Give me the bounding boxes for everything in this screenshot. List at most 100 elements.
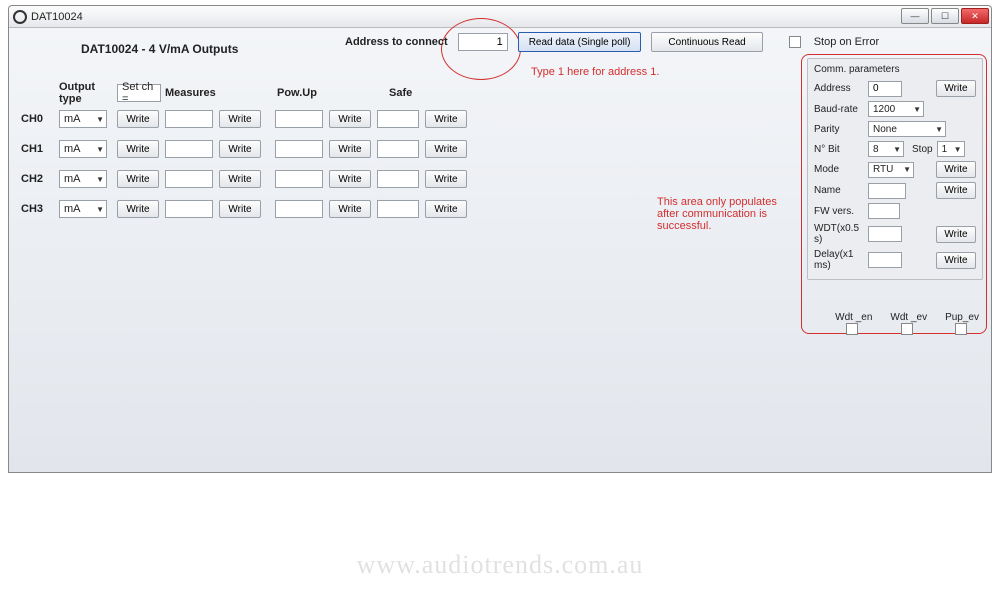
write-button[interactable]: Write [936, 226, 976, 243]
titlebar: DAT10024 — ☐ ✕ [9, 6, 991, 28]
write-button[interactable]: Write [219, 140, 261, 158]
hdr-powup: Pow.Up [277, 87, 335, 99]
write-button[interactable]: Write [425, 110, 467, 128]
comm-mode-select[interactable]: RTU▼ [868, 162, 914, 178]
channels-table: Output type Set ch = Measures Pow.Up Saf… [21, 82, 467, 224]
window-body: DAT10024 - 4 V/mA Outputs Address to con… [9, 28, 991, 472]
continuous-read-button[interactable]: Continuous Read [651, 32, 762, 52]
table-row: CH0 mA▼ Write Write Write Write [21, 104, 467, 134]
table-row: CH1 mA▼ Write Write Write Write [21, 134, 467, 164]
comm-baud-label: Baud-rate [814, 104, 868, 115]
write-button[interactable]: Write [329, 110, 371, 128]
comm-delay-input[interactable] [868, 252, 902, 268]
stop-on-error-checkbox[interactable] [789, 36, 801, 48]
write-button[interactable]: Write [936, 252, 976, 269]
wdt-ev-label: Wdt _ev [890, 312, 927, 323]
set-ch-button[interactable]: Set ch = [117, 84, 161, 102]
window: DAT10024 — ☐ ✕ DAT10024 - 4 V/mA Outputs… [8, 5, 992, 473]
comm-address-input[interactable] [868, 81, 902, 97]
comm-baud-select[interactable]: 1200▼ [868, 101, 924, 117]
comm-parity-label: Parity [814, 124, 868, 135]
output-type-select[interactable]: mA▼ [59, 110, 107, 128]
ch-label: CH1 [21, 143, 59, 155]
write-button[interactable]: Write [329, 140, 371, 158]
table-row: CH2 mA▼ Write Write Write Write [21, 164, 467, 194]
comm-wdt-label: WDT(x0.5 s) [814, 223, 868, 245]
ch-label: CH0 [21, 113, 59, 125]
write-button[interactable]: Write [936, 80, 976, 97]
measures-input[interactable] [165, 140, 213, 158]
comm-nbit-label: N° Bit [814, 144, 868, 155]
safe-input[interactable] [377, 200, 419, 218]
comm-address-label: Address [814, 83, 868, 94]
watermark: www.audiotrends.com.au [0, 550, 1000, 580]
write-button[interactable]: Write [936, 161, 976, 178]
comm-wdt-input[interactable] [868, 226, 902, 242]
ch-label: CH2 [21, 173, 59, 185]
powup-input[interactable] [275, 140, 323, 158]
table-header: Output type Set ch = Measures Pow.Up Saf… [21, 82, 467, 104]
comm-mode-label: Mode [814, 164, 868, 175]
comm-legend: Comm. parameters [814, 64, 976, 75]
hdr-output-type: Output type [59, 81, 117, 105]
minimize-button[interactable]: — [901, 8, 929, 24]
write-button[interactable]: Write [425, 140, 467, 158]
powup-input[interactable] [275, 110, 323, 128]
close-button[interactable]: ✕ [961, 8, 989, 24]
stop-on-error-label: Stop on Error [814, 36, 879, 48]
annotation-address-hint: Type 1 here for address 1. [531, 66, 659, 78]
ch-label: CH3 [21, 203, 59, 215]
write-button[interactable]: Write [425, 200, 467, 218]
output-type-select[interactable]: mA▼ [59, 170, 107, 188]
address-label: Address to connect [345, 36, 448, 48]
top-toolbar: Address to connect Read data (Single pol… [345, 32, 879, 52]
write-button[interactable]: Write [329, 170, 371, 188]
bottom-flags: Wdt _en Wdt _ev Pup_ev [835, 312, 979, 335]
comm-delay-label: Delay(x1 ms) [814, 249, 868, 271]
maximize-button[interactable]: ☐ [931, 8, 959, 24]
measures-input[interactable] [165, 110, 213, 128]
write-button[interactable]: Write [117, 200, 159, 218]
comm-parity-select[interactable]: None▼ [868, 121, 946, 137]
powup-input[interactable] [275, 170, 323, 188]
address-input[interactable] [458, 33, 508, 51]
comm-name-input[interactable] [868, 183, 906, 199]
comm-name-label: Name [814, 185, 868, 196]
safe-input[interactable] [377, 110, 419, 128]
comm-fw-label: FW vers. [814, 206, 868, 217]
write-button[interactable]: Write [329, 200, 371, 218]
read-single-button[interactable]: Read data (Single poll) [518, 32, 642, 52]
safe-input[interactable] [377, 170, 419, 188]
measures-input[interactable] [165, 170, 213, 188]
window-buttons: — ☐ ✕ [901, 8, 989, 24]
output-type-select[interactable]: mA▼ [59, 140, 107, 158]
comm-stop-select[interactable]: 1▼ [937, 141, 965, 157]
write-button[interactable]: Write [936, 182, 976, 199]
page-title: DAT10024 - 4 V/mA Outputs [81, 42, 238, 56]
pup-ev-checkbox[interactable] [955, 323, 967, 335]
write-button[interactable]: Write [425, 170, 467, 188]
write-button[interactable]: Write [219, 200, 261, 218]
app-icon [13, 10, 27, 24]
table-row: CH3 mA▼ Write Write Write Write [21, 194, 467, 224]
comm-stop-label: Stop [912, 144, 933, 155]
wdt-en-label: Wdt _en [835, 312, 872, 323]
pup-ev-label: Pup_ev [945, 312, 979, 323]
powup-input[interactable] [275, 200, 323, 218]
write-button[interactable]: Write [219, 110, 261, 128]
hdr-safe: Safe [389, 87, 447, 99]
write-button[interactable]: Write [219, 170, 261, 188]
hdr-measures: Measures [165, 87, 223, 99]
annotation-comm-hint: This area only populates after communica… [657, 196, 797, 232]
write-button[interactable]: Write [117, 170, 159, 188]
wdt-ev-checkbox[interactable] [901, 323, 913, 335]
output-type-select[interactable]: mA▼ [59, 200, 107, 218]
write-button[interactable]: Write [117, 140, 159, 158]
comm-fw-input [868, 203, 900, 219]
window-title: DAT10024 [31, 11, 83, 23]
wdt-en-checkbox[interactable] [846, 323, 858, 335]
comm-nbit-select[interactable]: 8▼ [868, 141, 904, 157]
measures-input[interactable] [165, 200, 213, 218]
safe-input[interactable] [377, 140, 419, 158]
write-button[interactable]: Write [117, 110, 159, 128]
